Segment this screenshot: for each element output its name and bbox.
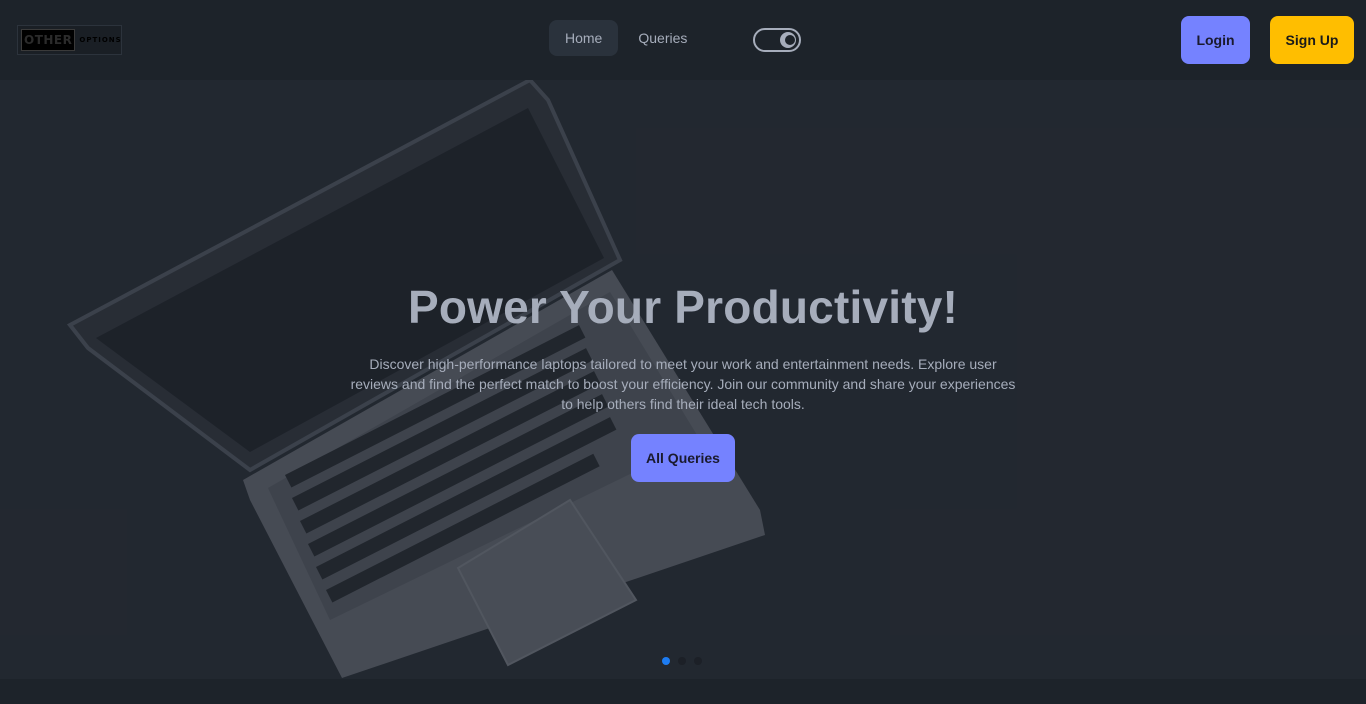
hero-carousel: Power Your Productivity! Discover high-p… <box>0 80 1366 679</box>
navbar: OTHER OPTIONS Home Queries Login Sign Up <box>0 0 1366 80</box>
hero-description: Discover high-performance laptops tailor… <box>350 356 1016 412</box>
main-nav: Home Queries <box>549 20 703 56</box>
login-button[interactable]: Login <box>1181 16 1250 64</box>
theme-toggle[interactable] <box>753 28 801 52</box>
logo-word-other: OTHER <box>21 29 76 51</box>
nav-link-queries[interactable]: Queries <box>622 20 703 56</box>
site-logo[interactable]: OTHER OPTIONS <box>17 25 122 55</box>
moon-icon <box>780 32 796 48</box>
signup-button[interactable]: Sign Up <box>1270 16 1354 64</box>
nav-link-home[interactable]: Home <box>549 20 619 56</box>
carousel-dot-3[interactable] <box>694 657 702 665</box>
page-bottom-edge <box>0 679 1366 704</box>
hero-title: Power Your Productivity! <box>407 281 959 333</box>
carousel-dot-1[interactable] <box>662 657 670 665</box>
carousel-indicators <box>662 657 710 665</box>
hero-content: Power Your Productivity! Discover high-p… <box>333 280 1033 482</box>
carousel-dot-2[interactable] <box>678 657 686 665</box>
all-queries-button[interactable]: All Queries <box>631 434 735 482</box>
logo-word-options: OPTIONS <box>79 36 122 44</box>
